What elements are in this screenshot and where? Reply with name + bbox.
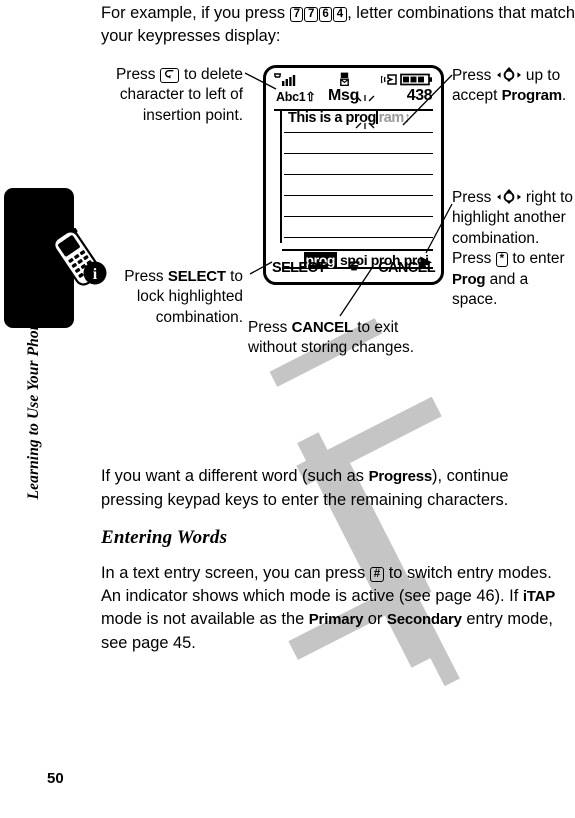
text-line-2 [284, 132, 433, 154]
key-7-icon: 7 [290, 6, 304, 22]
chapter-title: Learning to Use Your Phone [25, 314, 42, 500]
section-subhead: Entering Words [101, 527, 228, 548]
callout-accept-word: Program [501, 87, 562, 105]
callout-cancel-pre: Press [248, 319, 292, 336]
suggestion-arrow-icon: ↑ [403, 110, 411, 126]
star-key-icon: * [496, 251, 508, 267]
phone-mode-row: Abc1⇧ Msg 438 [274, 87, 433, 111]
callout-delete-pre: Press [116, 66, 160, 83]
diff-pre: If you want a different word (such as [101, 467, 369, 485]
callout-select: Press SELECT to lock highlighted combina… [100, 267, 243, 328]
callout-right-pre: Press [452, 189, 496, 206]
screen-title: Msg [328, 87, 360, 104]
entry-text-4: or [363, 610, 387, 628]
pound-key-icon: # [370, 566, 384, 582]
battery-full-icon [400, 73, 432, 86]
callout-select-keyword: SELECT [167, 268, 226, 285]
key-7b-icon: 7 [304, 6, 318, 22]
shift-indicator-icon: ⇧ [305, 90, 316, 104]
phone-handset-illustration: Abc1⇧ Msg 438 This is a prog ram↑ prog sp… [263, 65, 444, 285]
entry-mode-indicator: Abc1⇧ [276, 90, 316, 104]
nav-key-icon [496, 189, 522, 204]
entry-bold-itap: iTAP [522, 587, 556, 605]
intro-text-pre: For example, if you press [101, 4, 290, 22]
softkey-row: SELECT CANCEL [272, 260, 436, 280]
entered-text: This is a prog ram↑ [288, 110, 411, 126]
intro-paragraph: For example, if you press 7764, letter c… [101, 2, 575, 47]
suggested-suffix: ram [378, 110, 405, 126]
callout-cancel: Press CANCEL to exit without storing cha… [248, 318, 433, 359]
menu-icon[interactable] [348, 261, 360, 277]
callout-right-mid2: to enter [508, 250, 565, 268]
clear-key-icon [160, 67, 180, 83]
entering-words-paragraph: In a text entry screen, you can press # … [101, 562, 575, 654]
callout-accept-pre: Press [452, 67, 496, 84]
callout-accept-post: . [561, 87, 567, 105]
key-4-icon: 4 [333, 6, 347, 22]
entry-text-3: mode is not available as the [101, 610, 309, 628]
text-line-6 [284, 216, 433, 238]
callout-right: Press right to highlight another combina… [452, 188, 575, 310]
page-number: 50 [47, 770, 64, 787]
nav-key-icon [496, 67, 522, 82]
text-line-3 [284, 153, 433, 175]
different-word-paragraph: If you want a different word (such as Pr… [101, 465, 575, 511]
entry-bold-primary: Primary [308, 611, 364, 628]
character-count: 438 [406, 87, 433, 104]
text-line-5 [284, 195, 433, 217]
callout-accept: Press up to accept Program. [452, 66, 575, 107]
ringer-alert-icon [380, 74, 397, 85]
phone-text-area: This is a prog ram↑ [280, 110, 433, 243]
svg-text:i: i [93, 266, 98, 283]
callout-right-word: Prog [452, 270, 486, 288]
callout-cancel-keyword: CANCEL [291, 319, 354, 336]
callout-delete: Press to delete character to left of ins… [110, 65, 243, 126]
key-6-icon: 6 [318, 6, 333, 22]
callout-select-pre: Press [124, 268, 168, 285]
diff-bold-word: Progress [368, 468, 433, 485]
text-line-4 [284, 174, 433, 196]
softkey-cancel[interactable]: CANCEL [378, 260, 435, 276]
text-line-1: This is a prog ram↑ [284, 110, 433, 133]
entry-text-1: In a text entry screen, you can press [101, 564, 370, 582]
entry-bold-secondary: Secondary [386, 611, 462, 628]
softkey-select[interactable]: SELECT [272, 260, 326, 276]
